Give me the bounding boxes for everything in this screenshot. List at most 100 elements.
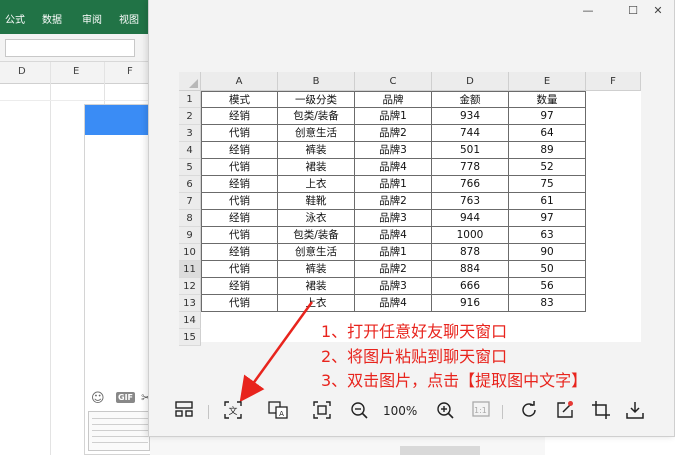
sheet-row-header: 11 <box>179 261 201 278</box>
sheet-cell: 878 <box>432 244 509 261</box>
sheet-cell: 代销 <box>201 261 278 278</box>
sheet-cell: 944 <box>432 210 509 227</box>
sheet-cell: 品牌3 <box>355 210 432 227</box>
sheet-cell: 代销 <box>201 193 278 210</box>
sheet-column-header: C <box>355 72 432 91</box>
instruction-step-1: 1、打开任意好友聊天窗口 <box>321 322 508 341</box>
chat-header <box>85 105 153 135</box>
sheet-row-header: 13 <box>179 295 201 312</box>
svg-text:文: 文 <box>228 405 237 417</box>
sheet-cell: 56 <box>509 278 586 295</box>
sheet-cell: 品牌2 <box>355 261 432 278</box>
sheet-row-header: 9 <box>179 227 201 244</box>
instruction-step-2: 2、将图片粘贴到聊天窗口 <box>321 347 508 366</box>
sheet-row-header: 1 <box>179 91 201 108</box>
sheet-cell: 97 <box>509 210 586 227</box>
sheet-cell: 经销 <box>201 210 278 227</box>
gif-icon[interactable]: GIF <box>116 392 136 403</box>
sheet-cell: 包类/装备 <box>278 108 355 125</box>
sheet-cell: 83 <box>509 295 586 312</box>
sheet-cell: 501 <box>432 142 509 159</box>
sheet-cell: 裙装 <box>278 278 355 295</box>
sheet-row-header: 3 <box>179 125 201 142</box>
maximize-icon[interactable]: ☐ <box>622 2 644 20</box>
sheet-cell: 品牌4 <box>355 295 432 312</box>
sheet-cell: 经销 <box>201 244 278 261</box>
formula-input[interactable] <box>5 39 135 57</box>
sheet-cell: 创意生活 <box>278 244 355 261</box>
sheet-header-cell: 一级分类 <box>278 91 355 108</box>
sheet-cell: 代销 <box>201 227 278 244</box>
sheet-cell: 包类/装备 <box>278 227 355 244</box>
sheet-cell: 916 <box>432 295 509 312</box>
zoom-out-icon[interactable] <box>347 401 371 423</box>
sheet-cell: 品牌1 <box>355 244 432 261</box>
crop-icon[interactable] <box>589 401 613 423</box>
spreadsheet-image[interactable]: A B C D E F 1 2 3 4 5 6 7 8 9 10 11 12 13 14 15 模式 一级分类 品牌 金额 数量经… <box>179 72 641 346</box>
sheet-cell: 89 <box>509 142 586 159</box>
sheet-cell: 63 <box>509 227 586 244</box>
sheet-cell: 744 <box>432 125 509 142</box>
sheet-row-header: 4 <box>179 142 201 159</box>
minimize-icon[interactable]: — <box>577 2 599 20</box>
sheet-cell: 品牌1 <box>355 176 432 193</box>
sheet-cell: 品牌2 <box>355 193 432 210</box>
sheet-cell: 品牌1 <box>355 108 432 125</box>
close-icon[interactable]: ✕ <box>647 2 669 20</box>
ribbon-tab-view[interactable]: 视图 <box>119 11 139 26</box>
pasted-image-thumbnail[interactable] <box>88 411 150 451</box>
emoji-icon[interactable]: ☺ <box>91 391 105 406</box>
sheet-row-header: 14 <box>179 312 201 329</box>
sheet-cell: 934 <box>432 108 509 125</box>
sheet-cell: 品牌3 <box>355 278 432 295</box>
ribbon-tab-formulas[interactable]: 公式 <box>5 11 25 26</box>
sheet-cell: 50 <box>509 261 586 278</box>
viewer-titlebar: — ☐ ✕ <box>149 0 674 24</box>
sheet-cell: 90 <box>509 244 586 261</box>
rotate-icon[interactable] <box>517 401 541 423</box>
sheet-cell: 代销 <box>201 125 278 142</box>
sheet-cell: 75 <box>509 176 586 193</box>
sheet-cell: 品牌2 <box>355 125 432 142</box>
sheet-cell: 97 <box>509 108 586 125</box>
sheet-cell: 经销 <box>201 176 278 193</box>
sheet-header-cell: 品牌 <box>355 91 432 108</box>
sheet-column-header: B <box>278 72 355 91</box>
fit-screen-icon[interactable] <box>310 401 334 423</box>
sheet-cell: 经销 <box>201 108 278 125</box>
excel-col-f[interactable]: F <box>127 66 133 77</box>
sheet-cell: 裙装 <box>278 159 355 176</box>
excel-col-e[interactable]: E <box>73 66 79 77</box>
sheet-cell: 裤装 <box>278 261 355 278</box>
download-icon[interactable] <box>623 401 647 423</box>
svg-text:A: A <box>279 410 284 418</box>
sheet-row-header: 6 <box>179 176 201 193</box>
sheet-cell: 上衣 <box>278 176 355 193</box>
sheet-cell: 1000 <box>432 227 509 244</box>
sheet-cell: 61 <box>509 193 586 210</box>
zoom-level: 100% <box>383 404 418 418</box>
edit-icon[interactable] <box>553 401 577 423</box>
sheet-corner <box>179 72 201 91</box>
ribbon-tab-review[interactable]: 审阅 <box>82 11 102 26</box>
sheet-header-cell: 数量 <box>509 91 586 108</box>
excel-col-d[interactable]: D <box>18 66 26 77</box>
sheet-cell: 经销 <box>201 142 278 159</box>
sheet-cell: 52 <box>509 159 586 176</box>
sheet-cell: 品牌4 <box>355 227 432 244</box>
sheet-cell: 创意生活 <box>278 125 355 142</box>
toolbar-separator <box>208 405 209 419</box>
translate-icon[interactable]: A <box>266 401 290 423</box>
zoom-in-icon[interactable] <box>433 401 457 423</box>
image-viewer-window: — ☐ ✕ A B C D E F 1 2 3 4 5 6 7 8 9 10 11 12 13 14 15 模式 一级分类品… <box>148 0 675 437</box>
ribbon-tab-data[interactable]: 数据 <box>42 11 62 26</box>
sheet-cell: 666 <box>432 278 509 295</box>
send-button[interactable] <box>400 446 480 455</box>
sheet-row-header: 7 <box>179 193 201 210</box>
chat-window: ☺ GIF ✂ <box>84 104 154 455</box>
extract-text-icon[interactable]: 文 <box>221 401 245 423</box>
sheet-cell: 763 <box>432 193 509 210</box>
layout-icon[interactable] <box>172 401 196 423</box>
sheet-cell: 泳衣 <box>278 210 355 227</box>
sheet-row-header: 8 <box>179 210 201 227</box>
